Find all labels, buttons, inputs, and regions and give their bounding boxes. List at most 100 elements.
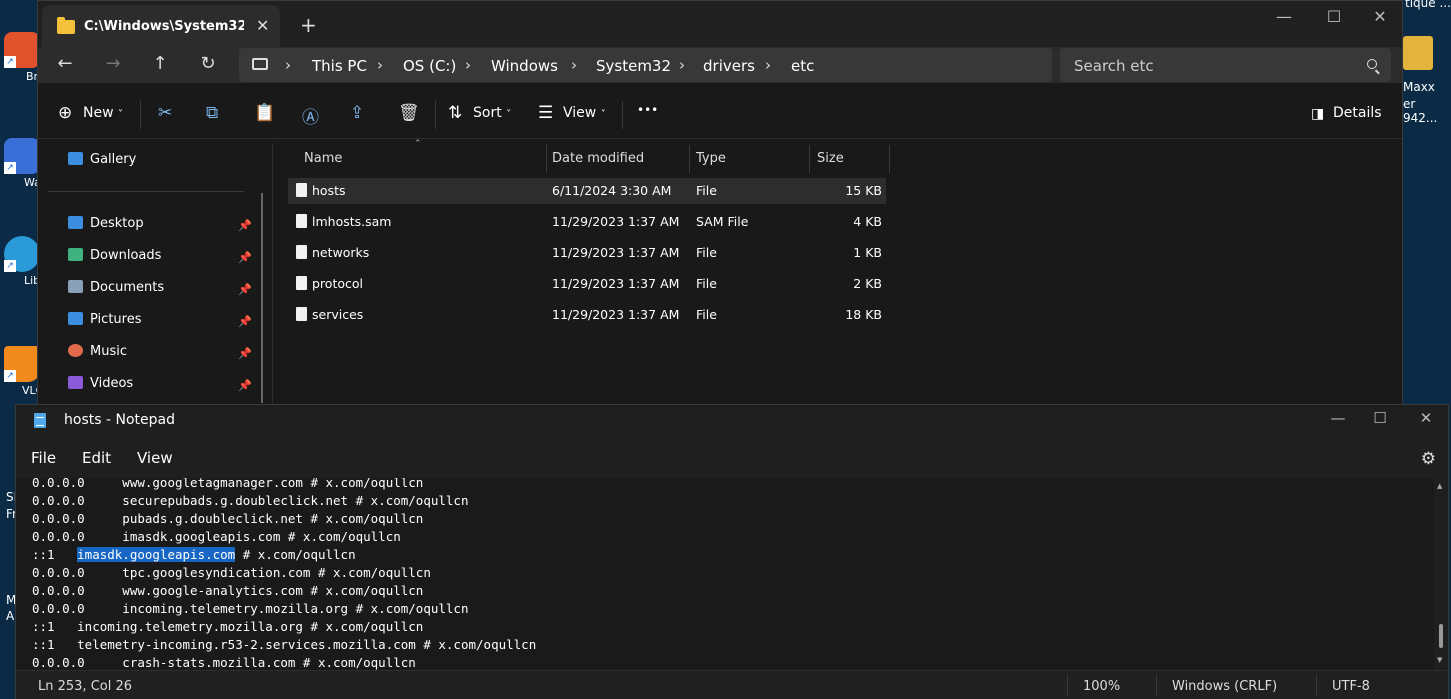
desktop-shortcut-wat[interactable]: ↗ Wat: [2, 138, 45, 189]
file-row[interactable]: services 11/29/2023 1:37 AM File 18 KB: [288, 302, 886, 328]
pin-icon[interactable]: 📌: [238, 347, 252, 360]
column-divider[interactable]: [809, 145, 810, 173]
chevron-right-icon[interactable]: ›: [285, 56, 291, 74]
file-row[interactable]: hosts 6/11/2024 3:30 AM File 15 KB: [288, 178, 886, 204]
column-header-name[interactable]: Name: [304, 151, 342, 166]
column-divider[interactable]: [546, 145, 547, 173]
share-icon[interactable]: ⇪: [350, 103, 364, 123]
paste-icon[interactable]: 📋: [254, 103, 275, 123]
search-icon: [1367, 59, 1377, 69]
pin-icon[interactable]: 📌: [238, 251, 252, 264]
vertical-scrollbar[interactable]: ▲ ▼: [1434, 478, 1448, 670]
editor-line: 0.0.0.0 pubads.g.doubleclick.net # x.com…: [32, 511, 424, 526]
breadcrumb-system32[interactable]: System32: [596, 57, 671, 75]
sidebar-item-videos[interactable]: Videos: [68, 376, 133, 391]
chevron-right-icon[interactable]: ›: [679, 56, 685, 74]
details-pane-icon: ◨: [1311, 106, 1325, 122]
chevron-down-icon: ˅: [600, 109, 606, 120]
text-editor[interactable]: 0.0.0.0 www.googletagmanager.com # x.com…: [16, 478, 1434, 670]
file-date: 11/29/2023 1:37 AM: [552, 214, 680, 229]
delete-icon[interactable]: 🗑: [398, 103, 420, 123]
menu-view[interactable]: View: [137, 449, 173, 467]
pin-icon[interactable]: 📌: [238, 219, 252, 232]
pin-icon[interactable]: 📌: [238, 379, 252, 392]
editor-text: 0.0.0.0 www.googletagmanager.com # x.com…: [32, 478, 536, 670]
file-type: File: [696, 307, 717, 322]
archive-icon[interactable]: [1403, 36, 1433, 70]
details-button[interactable]: Details: [1333, 105, 1382, 121]
sidebar-item-documents[interactable]: Documents: [68, 280, 164, 295]
view-button[interactable]: View ˅: [563, 105, 606, 121]
documents-icon: [68, 280, 83, 293]
pin-icon[interactable]: 📌: [238, 283, 252, 296]
gallery-icon: [68, 152, 83, 165]
file-row[interactable]: lmhosts.sam 11/29/2023 1:37 AM SAM File …: [288, 209, 886, 235]
column-header-type[interactable]: Type: [696, 151, 726, 166]
file-row[interactable]: protocol 11/29/2023 1:37 AM File 2 KB: [288, 271, 886, 297]
sidebar-item-pictures[interactable]: Pictures: [68, 312, 141, 327]
file-explorer-window: C:\Windows\System32\drivers\etc ✕ + — ☐ …: [37, 0, 1403, 410]
scroll-down-icon[interactable]: ▼: [1437, 656, 1442, 664]
close-window-button[interactable]: ✕: [1406, 409, 1446, 427]
chevron-right-icon[interactable]: ›: [465, 56, 471, 74]
sidebar-item-desktop[interactable]: Desktop: [68, 216, 144, 231]
column-header-size[interactable]: Size: [817, 151, 844, 166]
breadcrumb-this-pc[interactable]: This PC: [312, 57, 367, 75]
chevron-right-icon[interactable]: ›: [765, 56, 771, 74]
file-icon: [296, 245, 307, 259]
column-divider[interactable]: [889, 145, 890, 173]
scrollbar-thumb[interactable]: [1439, 624, 1443, 648]
sidebar-scrollbar[interactable]: [261, 193, 263, 403]
editor-line: ::1 incoming.telemetry.mozilla.org # x.c…: [32, 619, 424, 634]
chevron-right-icon[interactable]: ›: [377, 56, 383, 74]
new-button[interactable]: New ˅: [83, 105, 123, 121]
close-window-button[interactable]: ✕: [1360, 7, 1400, 26]
sidebar-item-gallery[interactable]: Gallery: [68, 152, 136, 167]
column-divider[interactable]: [689, 145, 690, 173]
pin-icon[interactable]: 📌: [238, 315, 252, 328]
maximize-button[interactable]: ☐: [1314, 7, 1354, 26]
desktop-shortcut-vlc[interactable]: ↗ VLC: [2, 346, 43, 397]
minimize-button[interactable]: —: [1318, 409, 1358, 427]
cut-icon[interactable]: ✂: [158, 103, 172, 123]
gear-icon[interactable]: ⚙: [1421, 449, 1436, 469]
sidebar-item-downloads[interactable]: Downloads: [68, 248, 161, 263]
scroll-up-icon[interactable]: ▲: [1437, 482, 1442, 490]
address-bar[interactable]: › This PC › OS (C:) › Windows › System32…: [239, 48, 1052, 82]
notepad-menu-bar: File Edit View ⚙: [16, 443, 1448, 477]
breadcrumb-windows[interactable]: Windows: [491, 57, 558, 75]
search-box[interactable]: Search etc: [1060, 48, 1391, 82]
file-size: 18 KB: [845, 307, 882, 322]
rename-icon[interactable]: Ⓐ: [302, 103, 319, 128]
pane-splitter[interactable]: [272, 143, 273, 409]
sort-ascending-icon: ⌃: [414, 139, 422, 149]
more-options-button[interactable]: •••: [637, 103, 658, 117]
column-header-date-modified[interactable]: Date modified: [552, 151, 644, 166]
desktop-shortcut-libr[interactable]: ↗ Libr: [2, 236, 45, 287]
breadcrumb-os-c[interactable]: OS (C:): [403, 57, 456, 75]
file-row[interactable]: networks 11/29/2023 1:37 AM File 1 KB: [288, 240, 886, 266]
tab-title: C:\Windows\System32\drivers\etc: [84, 19, 244, 34]
forward-button[interactable]: →: [98, 53, 128, 74]
up-button[interactable]: ↑: [145, 53, 175, 74]
breadcrumb-etc[interactable]: etc: [791, 57, 814, 75]
desktop-shortcut-brave[interactable]: ↗ Br: [2, 32, 42, 83]
back-button[interactable]: ←: [50, 53, 80, 74]
chevron-right-icon[interactable]: ›: [571, 56, 577, 74]
search-placeholder: Search etc: [1074, 57, 1154, 75]
notepad-title-bar[interactable]: hosts - Notepad — ☐ ✕: [16, 405, 1448, 437]
maximize-button[interactable]: ☐: [1360, 409, 1400, 427]
refresh-button[interactable]: ↻: [193, 53, 223, 74]
selected-text[interactable]: imasdk.googleapis.com: [77, 547, 236, 562]
pictures-icon: [68, 312, 83, 325]
close-tab-icon[interactable]: ✕: [256, 16, 269, 35]
menu-edit[interactable]: Edit: [82, 449, 111, 467]
minimize-button[interactable]: —: [1264, 7, 1304, 26]
copy-icon[interactable]: ⧉: [206, 103, 218, 123]
new-tab-icon[interactable]: +: [300, 13, 317, 37]
breadcrumb-drivers[interactable]: drivers: [703, 57, 755, 75]
sidebar-item-music[interactable]: Music: [68, 344, 127, 359]
sort-button[interactable]: Sort ˅: [473, 105, 511, 121]
menu-file[interactable]: File: [31, 449, 56, 467]
tab-etc[interactable]: C:\Windows\System32\drivers\etc ✕: [42, 5, 280, 47]
